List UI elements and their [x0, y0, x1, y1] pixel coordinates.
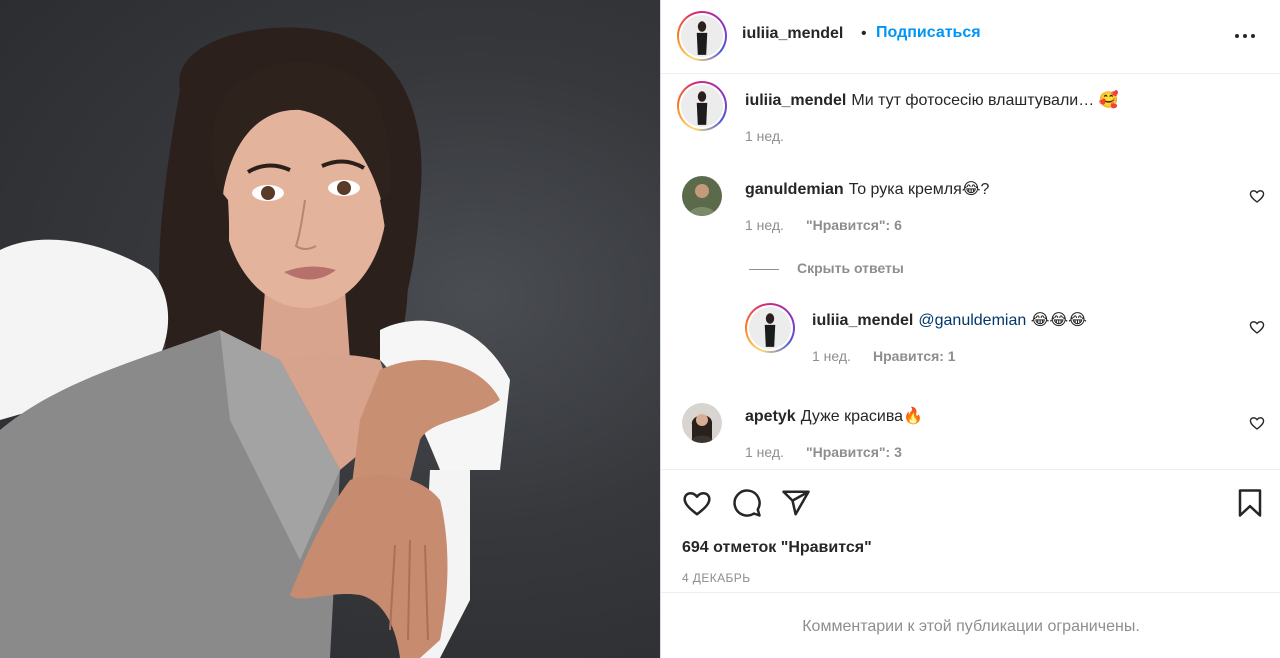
comment-time[interactable]: 1 нед. — [745, 217, 784, 233]
caption-text: Ми тут фотосесію влаштували… 🥰 — [851, 92, 1119, 109]
caption-time[interactable]: 1 нед. — [745, 128, 784, 144]
post-photo-illustration — [0, 27, 510, 658]
reply-author-avatar[interactable] — [745, 303, 795, 353]
bookmark-icon[interactable] — [1235, 488, 1265, 518]
comment-icon[interactable] — [732, 488, 762, 518]
reply-username[interactable]: iuliia_mendel — [812, 312, 913, 329]
author-username[interactable]: iuliia_mendel — [742, 25, 843, 43]
hide-replies-button[interactable]: Скрыть ответы — [749, 260, 904, 276]
reply-text: 😂😂😂 — [1026, 312, 1087, 329]
reply-likes[interactable]: Нравится: 1 — [873, 348, 956, 364]
heart-icon[interactable] — [1249, 188, 1265, 204]
caption-author-avatar[interactable] — [677, 81, 727, 131]
comment-username[interactable]: ganuldemian — [745, 181, 844, 198]
post-date[interactable]: 4 ДЕКАБРЬ — [682, 571, 751, 585]
commenter-avatar[interactable] — [682, 403, 722, 443]
separator-dot: • — [861, 25, 867, 42]
post-photo[interactable] — [0, 0, 660, 658]
comments-restricted-notice: Комментарии к этой публикации ограничены… — [802, 618, 1140, 635]
caption-username[interactable]: iuliia_mendel — [745, 92, 846, 109]
comment-likes[interactable]: "Нравится": 6 — [806, 217, 902, 233]
send-icon[interactable] — [781, 488, 811, 518]
comment-likes[interactable]: "Нравится": 3 — [806, 444, 902, 460]
reply-time[interactable]: 1 нед. — [812, 348, 851, 364]
comment-text: То рука кремля😂? — [848, 181, 990, 198]
post-actions: 694 отметок "Нравится" 4 ДЕКАБРЬ — [661, 469, 1280, 593]
post-side-panel: iuliia_mendel • Подписаться iuliia_mende… — [660, 0, 1280, 658]
comment-time[interactable]: 1 нед. — [745, 444, 784, 460]
like-count[interactable]: 694 отметок "Нравится" — [682, 539, 872, 557]
comments-list[interactable]: iuliia_mendel Ми тут фотосесію влаштували… — [661, 74, 1280, 469]
commenter-avatar[interactable] — [682, 176, 722, 216]
author-avatar[interactable] — [677, 11, 727, 61]
hide-replies-line — [749, 268, 779, 270]
follow-button[interactable]: Подписаться — [876, 24, 981, 42]
reply-mention[interactable]: @ganuldemian — [918, 312, 1026, 329]
comment-text: Дуже красива🔥 — [800, 408, 923, 425]
more-horizontal-icon[interactable] — [1233, 26, 1261, 46]
heart-icon[interactable] — [682, 488, 712, 518]
post-header: iuliia_mendel • Подписаться — [661, 0, 1280, 74]
heart-icon[interactable] — [1249, 415, 1265, 431]
heart-icon[interactable] — [1249, 319, 1265, 335]
comment-username[interactable]: apetyk — [745, 408, 796, 425]
hide-replies-label: Скрыть ответы — [797, 260, 904, 276]
